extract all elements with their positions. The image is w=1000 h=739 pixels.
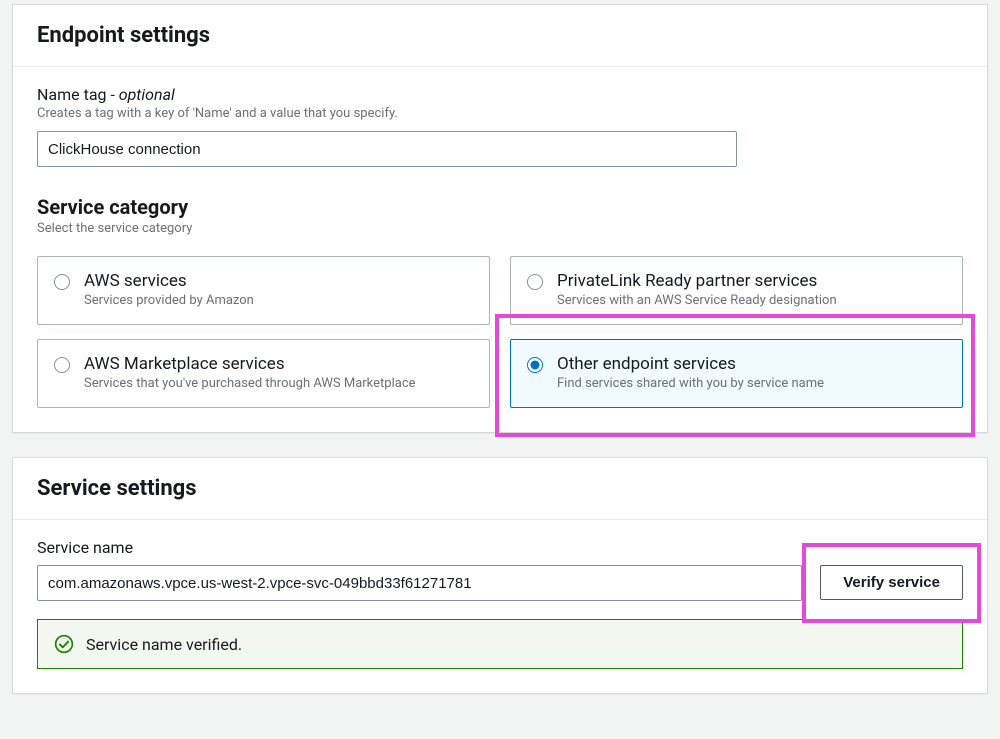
service-name-input[interactable] [37, 565, 802, 601]
option-title: Other endpoint services [557, 354, 824, 374]
option-aws-marketplace[interactable]: AWS Marketplace services Services that y… [37, 339, 490, 408]
name-tag-input[interactable] [37, 131, 737, 167]
panel-body: Name tag - optional Creates a tag with a… [13, 67, 987, 432]
check-circle-icon [54, 634, 74, 654]
verify-button-wrap: Verify service [820, 565, 963, 601]
panel-header: Endpoint settings [13, 5, 987, 67]
endpoint-settings-panel: Endpoint settings Name tag - optional Cr… [12, 4, 988, 433]
option-text: PrivateLink Ready partner services Servi… [557, 271, 837, 308]
verified-message: Service name verified. [86, 635, 242, 654]
verified-alert: Service name verified. [37, 619, 963, 669]
service-settings-panel: Service settings Service name Verify ser… [12, 457, 988, 694]
verify-service-button[interactable]: Verify service [820, 565, 963, 600]
radio-icon [527, 274, 543, 290]
option-title: AWS Marketplace services [84, 354, 416, 374]
option-privatelink-partner[interactable]: PrivateLink Ready partner services Servi… [510, 256, 963, 325]
radio-icon [54, 274, 70, 290]
radio-icon [54, 357, 70, 373]
option-desc: Find services shared with you by service… [557, 376, 824, 391]
option-title: AWS services [84, 271, 254, 291]
panel-header: Service settings [13, 458, 987, 520]
panel-body: Service name Verify service Service name… [13, 520, 987, 693]
service-category-options: AWS services Services provided by Amazon… [37, 256, 963, 408]
name-tag-label: Name tag - optional [37, 85, 963, 104]
service-category-desc: Select the service category [37, 221, 963, 236]
service-name-label: Service name [37, 538, 963, 557]
name-tag-label-text: Name tag [37, 85, 111, 104]
endpoint-settings-title: Endpoint settings [37, 23, 963, 48]
name-tag-desc: Creates a tag with a key of 'Name' and a… [37, 106, 963, 121]
service-category-section: Service category Select the service cate… [37, 195, 963, 408]
name-tag-optional: - optional [111, 85, 175, 104]
radio-icon [527, 357, 543, 373]
option-other-endpoint-services[interactable]: Other endpoint services Find services sh… [510, 339, 963, 408]
option-text: AWS services Services provided by Amazon [84, 271, 254, 308]
service-category-title: Service category [37, 195, 963, 219]
service-settings-title: Service settings [37, 476, 963, 501]
service-name-row: Verify service [37, 565, 963, 601]
option-text: Other endpoint services Find services sh… [557, 354, 824, 391]
option-desc: Services provided by Amazon [84, 293, 254, 308]
option-aws-services[interactable]: AWS services Services provided by Amazon [37, 256, 490, 325]
option-desc: Services that you've purchased through A… [84, 376, 416, 391]
option-text: AWS Marketplace services Services that y… [84, 354, 416, 391]
option-desc: Services with an AWS Service Ready desig… [557, 293, 837, 308]
name-tag-field: Name tag - optional Creates a tag with a… [37, 85, 963, 167]
option-title: PrivateLink Ready partner services [557, 271, 837, 291]
